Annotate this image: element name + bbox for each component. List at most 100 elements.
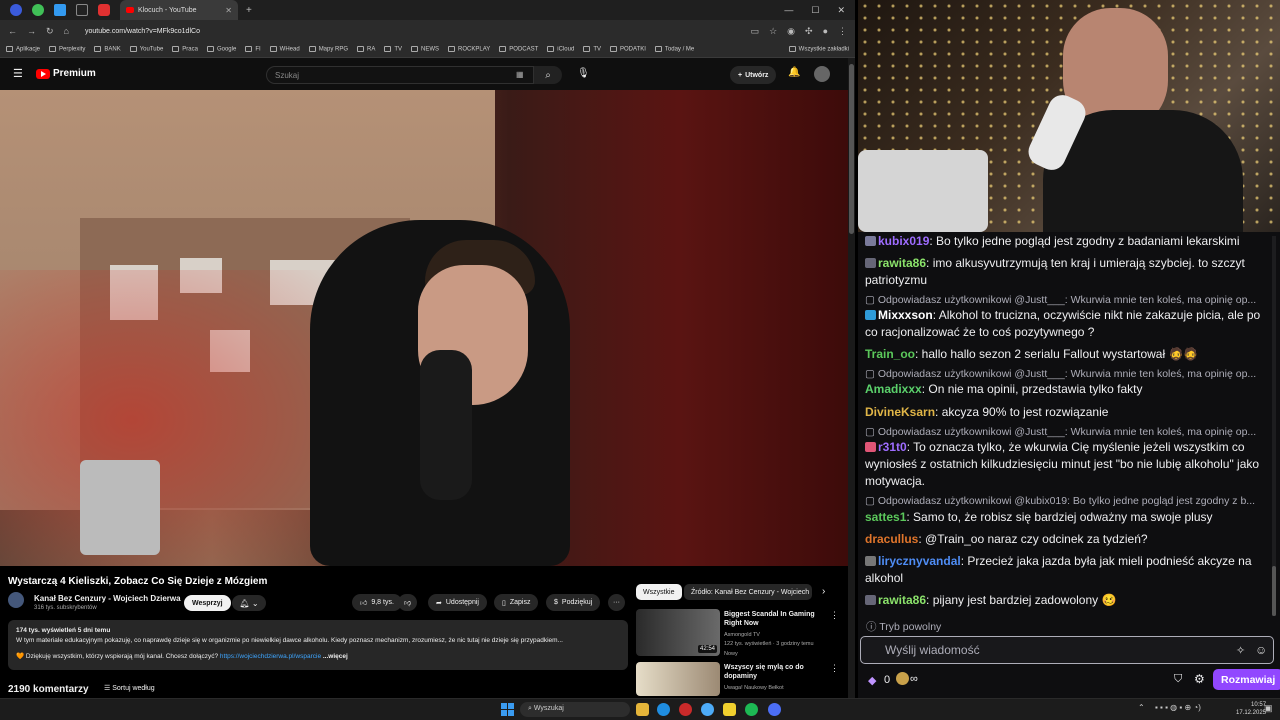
windows-start-icon[interactable] — [501, 703, 514, 716]
bookmark-item[interactable]: Aplikacje — [6, 46, 40, 53]
chat-username[interactable]: Amadixxx — [865, 382, 922, 396]
bookmark-item[interactable]: BANK — [94, 46, 121, 53]
search-input[interactable]: Szukaj — [266, 66, 534, 84]
emoji-icon[interactable]: ☺ — [1255, 643, 1267, 657]
extension-icon[interactable]: ◉ — [787, 26, 795, 37]
chat-message[interactable]: Amadixxx: On nie ma opinii, przedstawia … — [865, 381, 1263, 398]
channel-points-icon[interactable] — [896, 672, 909, 685]
close-tab-icon[interactable]: ✕ — [225, 6, 232, 15]
chat-username[interactable]: r31t0 — [878, 440, 907, 454]
notes-icon[interactable] — [723, 703, 736, 716]
microphone-icon[interactable]: 🎙 — [577, 68, 590, 79]
video-player[interactable] — [0, 90, 848, 566]
new-tab-icon[interactable]: + — [246, 5, 252, 16]
bookmark-item[interactable]: NEWS — [411, 46, 439, 53]
more-vertical-icon[interactable]: ⋮ — [830, 610, 839, 621]
chat-scrollbar[interactable] — [1272, 236, 1276, 616]
tab-favicon-icon[interactable] — [76, 4, 88, 16]
all-bookmarks[interactable]: Wszystkie zakładki — [788, 46, 849, 53]
home-icon[interactable]: ⌂ — [64, 26, 69, 36]
chat-username[interactable]: rawita86 — [878, 593, 926, 607]
tray-chevron-icon[interactable]: ⌃ — [1138, 703, 1145, 712]
chip-all[interactable]: Wszystkie — [636, 584, 682, 600]
save-button[interactable]: ▯ Zapisz — [494, 594, 539, 611]
taskbar-clock[interactable]: 10:57 17.12.2025 — [1236, 701, 1266, 717]
shield-icon[interactable]: ⛉ — [1174, 673, 1182, 686]
chat-message[interactable]: lirycznyvandal: Przecież jaka jazda była… — [865, 553, 1263, 587]
notifications-bell-icon[interactable]: 🔔 — [788, 67, 800, 78]
settings-gear-icon[interactable]: ⚙ — [1194, 672, 1205, 686]
chat-message[interactable]: DivineKsarn: akcyza 90% to jest rozwiąza… — [865, 404, 1263, 421]
chat-message[interactable]: rawita86: pijany jest bardziej zadowolon… — [865, 592, 1263, 609]
more-link[interactable]: ...więcej — [323, 653, 348, 660]
chat-username[interactable]: Train_oo — [865, 347, 915, 361]
chat-username[interactable]: DivineKsarn — [865, 405, 935, 419]
share-button[interactable]: ➦ Udostępnij — [428, 594, 487, 611]
like-button[interactable]: 👍︎ 9,8 tys. — [352, 594, 402, 611]
puzzle-icon[interactable]: ✣ — [805, 26, 813, 37]
avatar[interactable] — [814, 66, 830, 82]
subscribe-bell-button[interactable]: 🔔︎ ⌄ — [232, 595, 266, 611]
video-description[interactable]: 174 tys. wyświetleń 5 dni temu W tym mat… — [8, 620, 628, 670]
tab-favicon-icon[interactable] — [10, 4, 22, 16]
rec-title[interactable]: Wszyscy się mylą co do dopaminy — [724, 663, 828, 681]
chat-message[interactable]: kubix019: Bo tylko jedne pogląd jest zgo… — [865, 233, 1263, 250]
bookmark-item[interactable]: Google — [206, 46, 236, 53]
rec-thumbnail[interactable]: 42:54 — [636, 609, 720, 656]
chat-message[interactable]: rawita86: imo alkusyvutrzymują ten kraj … — [865, 255, 1263, 289]
tab-favicon-icon[interactable] — [98, 4, 110, 16]
thanks-button[interactable]: $ Podziękuj — [546, 594, 601, 611]
chat-username[interactable]: lirycznyvandal — [878, 554, 961, 568]
tray-icons[interactable]: ▪ ▪ ▪ ◍ ▪ ⊕ ◔) — [1155, 703, 1201, 712]
rec-title[interactable]: Biggest Scandal In Gaming Right Now — [724, 610, 828, 628]
maximize-icon[interactable]: ☐ — [811, 5, 819, 16]
chat-username[interactable]: kubix019 — [878, 234, 929, 248]
chrome-active-icon[interactable] — [768, 703, 781, 716]
dislike-button[interactable]: 👎︎ — [398, 594, 418, 611]
chip-source[interactable]: Źródło: Kanał Bez Cenzury - Wojciech — [684, 584, 812, 600]
chat-username[interactable]: dracullus — [865, 532, 918, 546]
menu-icon[interactable]: ⋮ — [838, 26, 847, 37]
bookmark-item[interactable]: RA — [357, 46, 375, 53]
active-tab[interactable]: Klocuch - YouTube ✕ — [120, 0, 238, 20]
bookmark-item[interactable]: WHead — [269, 46, 300, 53]
bookmark-item[interactable]: Today / Me — [654, 46, 694, 53]
taskbar-search[interactable]: ⌕ Wyszukaj — [520, 702, 630, 717]
profile-icon[interactable]: ● — [823, 26, 828, 36]
chat-username[interactable]: sattes1 — [865, 510, 906, 524]
bookmark-item[interactable]: YouTube — [129, 46, 163, 53]
close-window-icon[interactable]: ✕ — [837, 5, 845, 16]
edge-icon[interactable] — [657, 703, 670, 716]
chat-message[interactable]: sattes1: Samo to, że robisz się bardziej… — [865, 509, 1263, 526]
bookmark-item[interactable]: Perplexity — [49, 46, 85, 53]
chrome-icon[interactable] — [701, 703, 714, 716]
spotify-icon[interactable] — [745, 703, 758, 716]
page-scrollbar[interactable] — [848, 58, 855, 698]
forward-icon[interactable]: → — [27, 26, 36, 36]
bookmark-star-icon[interactable]: ☆ — [769, 26, 777, 37]
more-actions-button[interactable]: ··· — [608, 594, 625, 611]
search-button[interactable]: ⌕ — [534, 66, 562, 84]
bookmark-item[interactable]: TV — [384, 46, 402, 53]
notification-icon[interactable]: ▣ — [1264, 703, 1273, 714]
tab-favicon-icon[interactable] — [54, 4, 66, 16]
chat-scrollbar-thumb[interactable] — [1272, 566, 1276, 616]
hamburger-menu-icon[interactable]: ☰ — [13, 67, 23, 80]
bookmark-item[interactable]: Praca — [172, 46, 198, 53]
bookmark-item[interactable]: iCloud — [547, 46, 574, 53]
bookmark-item[interactable]: PODCAST — [499, 46, 538, 53]
bits-icon[interactable]: ◆ — [868, 674, 876, 687]
minimize-icon[interactable]: — — [784, 5, 793, 16]
bookmark-item[interactable]: TV — [583, 46, 601, 53]
keyboard-icon[interactable]: ▦ — [516, 70, 524, 79]
file-explorer-icon[interactable] — [636, 703, 649, 716]
support-button[interactable]: Wesprzyj — [184, 595, 231, 611]
youtube-logo[interactable]: Premium — [36, 68, 96, 79]
more-vertical-icon[interactable]: ⋮ — [830, 663, 839, 674]
chat-username[interactable]: rawita86 — [878, 256, 926, 270]
bookmark-item[interactable]: PODATKI — [609, 46, 646, 53]
chat-message[interactable]: dracullus: @Train_oo naraz czy odcinek z… — [865, 531, 1263, 548]
channel-name[interactable]: Kanał Bez Cenzury - Wojciech Dzierwa — [34, 594, 181, 603]
chevron-right-icon[interactable]: › — [822, 586, 825, 597]
back-icon[interactable]: ← — [8, 26, 17, 36]
